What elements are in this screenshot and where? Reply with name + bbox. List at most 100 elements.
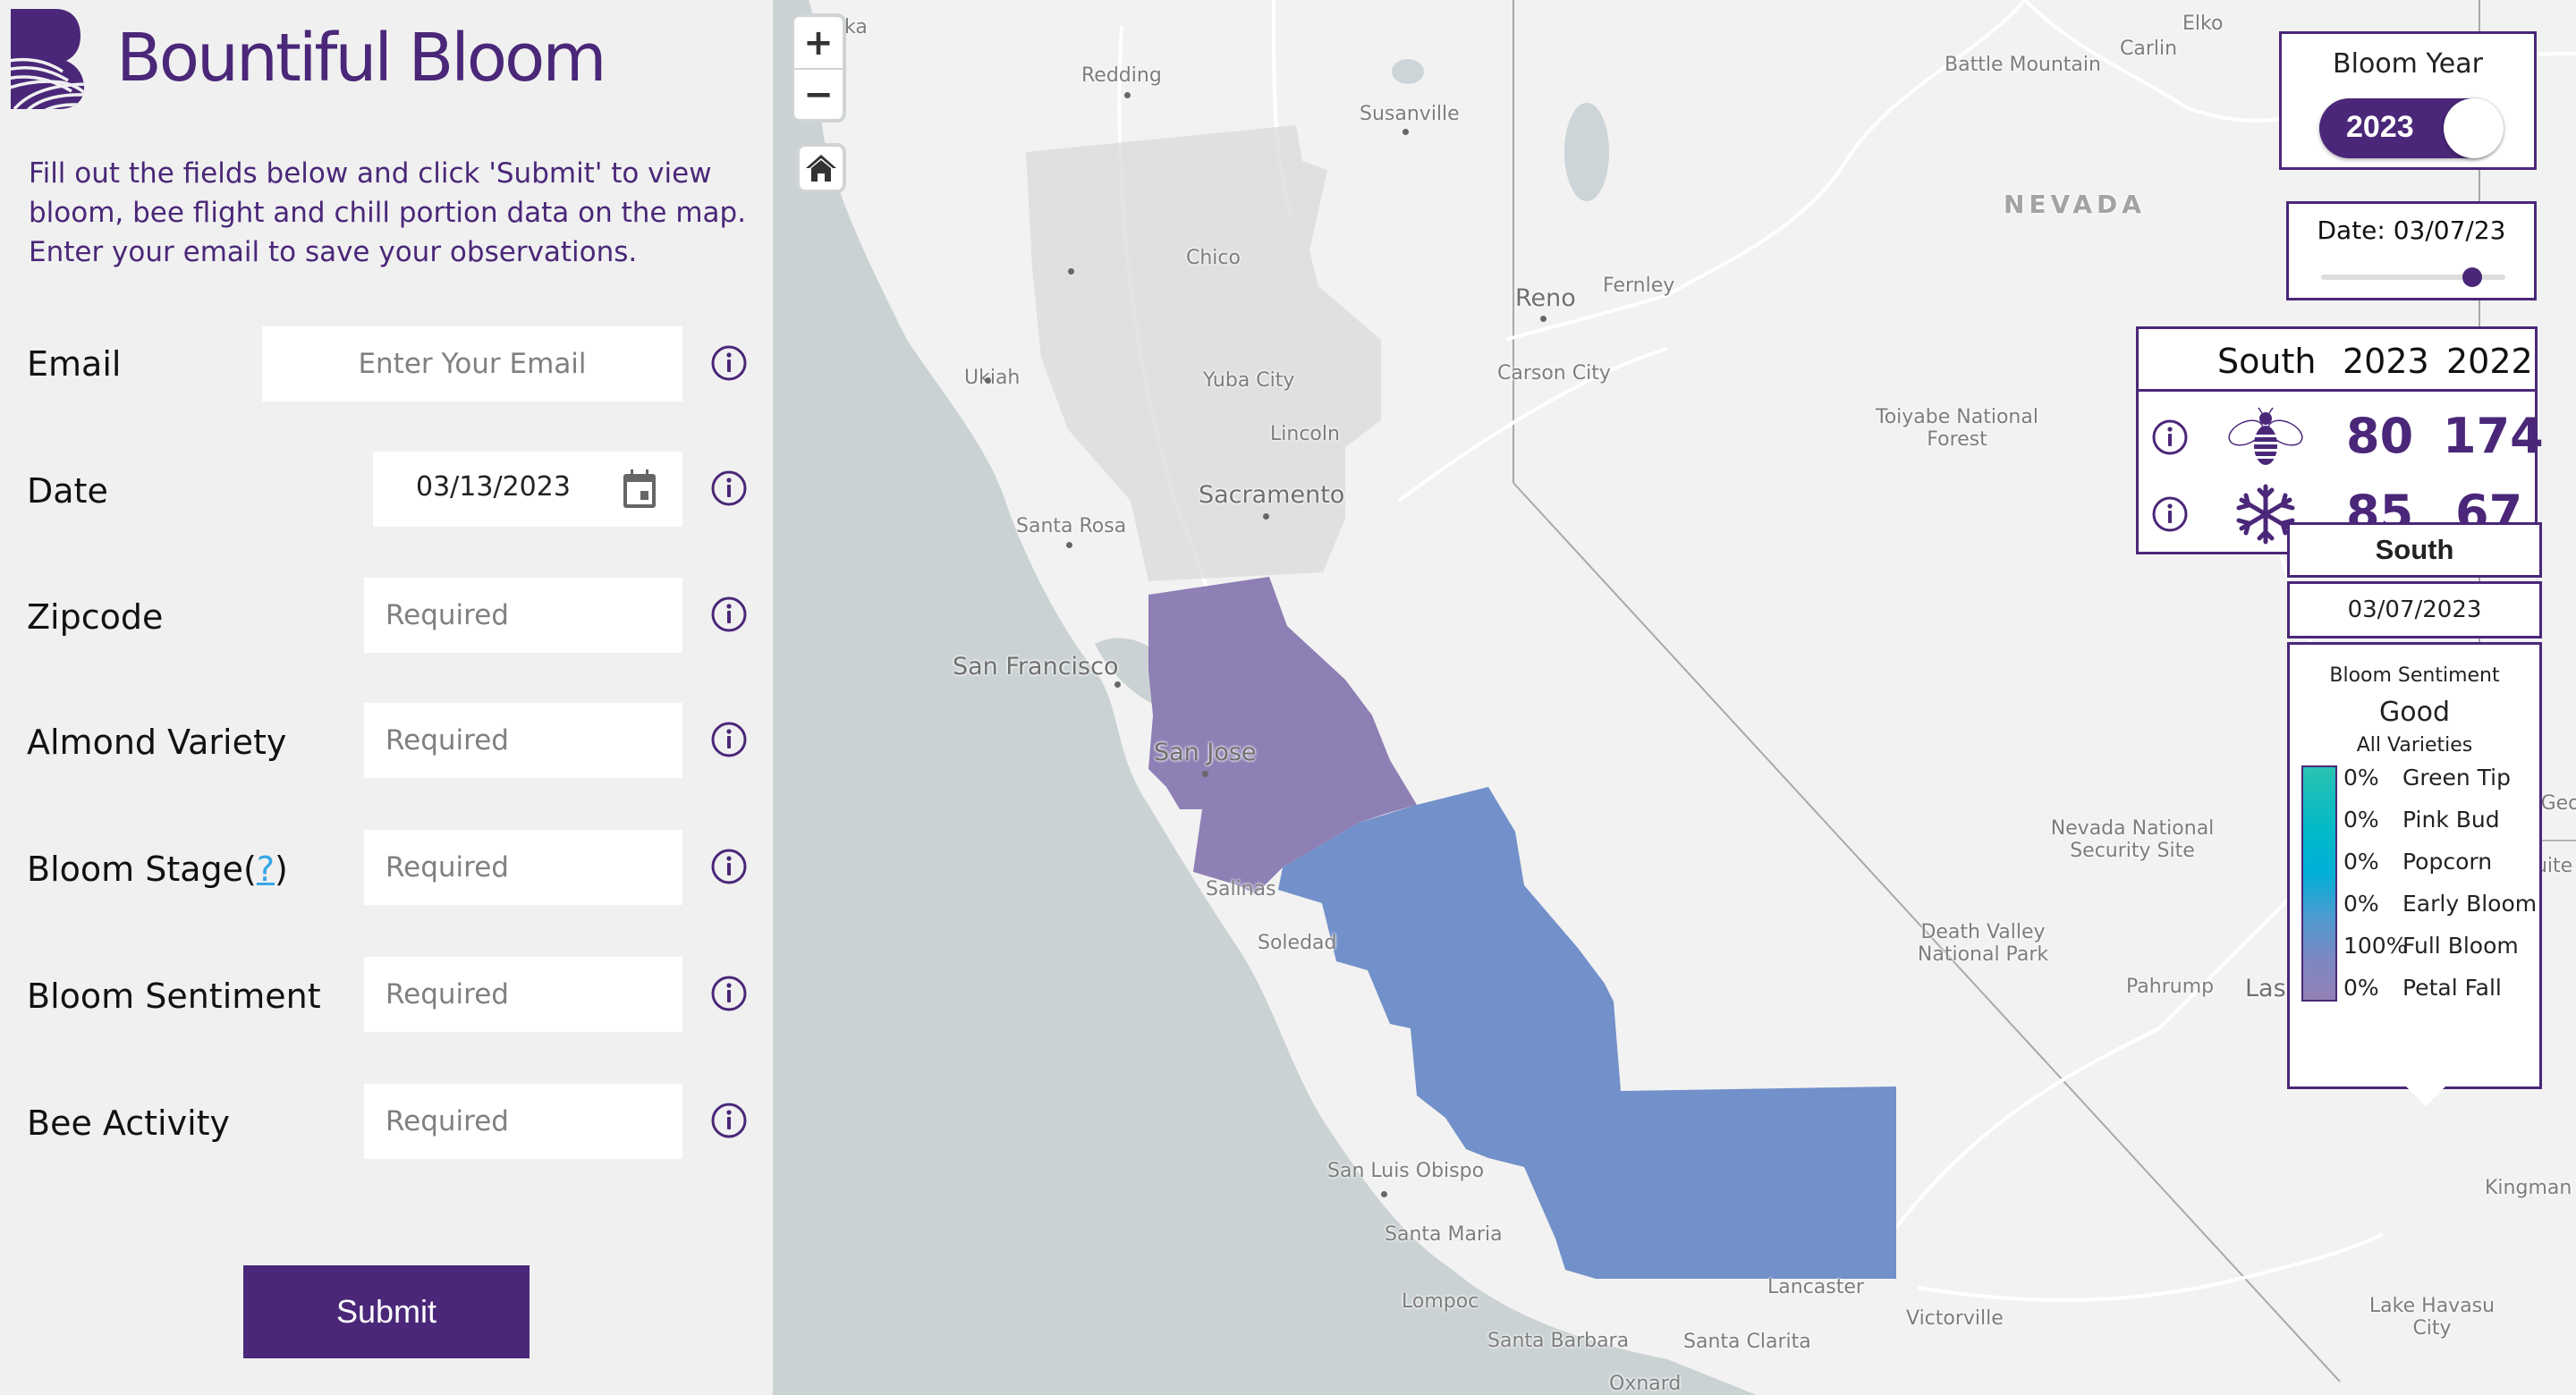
almond-variety-row: Almond Variety — [0, 703, 773, 783]
brand-name: Bountiful Bloom — [116, 20, 606, 97]
place-nevada: NEVADA — [2004, 190, 2146, 219]
popup-sentiment: Good — [2379, 697, 2450, 728]
bloom-stage-field[interactable] — [364, 830, 682, 905]
stage-pct: 100% — [2343, 933, 2408, 959]
bloom-year-value: 2023 — [2346, 110, 2414, 144]
info-icon[interactable] — [710, 848, 748, 885]
place-lincoln: Lincoln — [1270, 423, 1340, 445]
region-north — [1026, 125, 1381, 581]
info-icon[interactable] — [2151, 495, 2189, 533]
stage-name: Petal Fall — [2402, 975, 2502, 1001]
place-sacramento: Sacramento — [1199, 481, 1345, 509]
info-icon[interactable] — [710, 721, 748, 758]
bee-activity-row: Bee Activity — [0, 1084, 773, 1164]
place-carlin: Carlin — [2120, 38, 2178, 60]
email-row: Email — [0, 326, 773, 407]
info-icon[interactable] — [710, 1102, 748, 1139]
city-dot — [1202, 771, 1208, 777]
date-slider-thumb[interactable] — [2462, 267, 2482, 287]
place-santa-maria: Santa Maria — [1385, 1223, 1503, 1246]
stats-col-current: 2023 — [2343, 342, 2429, 381]
place-carson-city: Carson City — [1497, 362, 1611, 385]
date-label: Date — [27, 471, 108, 511]
popup-region: South — [2287, 522, 2542, 578]
place-santa-barbara: Santa Barbara — [1487, 1330, 1630, 1352]
stage-pct: 0% — [2343, 975, 2379, 1001]
stage-row: 0% Early Bloom — [2343, 891, 2540, 926]
place-kingman: Kingman — [2485, 1177, 2572, 1199]
popup-date: 03/07/2023 — [2287, 581, 2542, 638]
place-san-jose: San Jose — [1154, 739, 1257, 766]
place-death-valley-national-park: Death Valley National Park — [1917, 921, 2049, 966]
calendar-icon[interactable] — [622, 469, 657, 509]
stage-row: 100% Full Bloom — [2343, 933, 2540, 968]
submit-button[interactable]: Submit — [243, 1265, 530, 1358]
bee-activity-field[interactable] — [364, 1084, 682, 1159]
bloom-stage-row: Bloom Stage(?) — [0, 830, 773, 910]
bee-activity-label: Bee Activity — [27, 1103, 231, 1143]
city-dot — [1068, 268, 1074, 275]
stage-pct: 0% — [2343, 807, 2379, 833]
email-field[interactable] — [262, 326, 682, 402]
info-icon[interactable] — [710, 975, 748, 1012]
stage-row: 0% Green Tip — [2343, 765, 2540, 800]
popup-varieties: All Varieties — [2356, 734, 2473, 757]
zoom-in-button[interactable]: + — [794, 17, 843, 68]
region-stats-table: South 2023 2022 80 174 85 67 — [2136, 326, 2544, 554]
info-icon[interactable] — [710, 596, 748, 633]
map[interactable]: ka Redding Susanville Chico Ukiah Yuba C… — [773, 0, 2576, 1395]
date-slider-panel: Date: 03/07/23 — [2286, 201, 2537, 300]
place-susanville: Susanville — [1360, 103, 1460, 125]
stage-name: Early Bloom — [2402, 891, 2538, 917]
place-fernley: Fernley — [1603, 275, 1675, 297]
info-icon[interactable] — [710, 344, 748, 382]
bloom-stage-label-text: Bloom Stage — [27, 850, 244, 889]
city-dot — [1381, 1191, 1387, 1197]
bloom-sentiment-row: Bloom Sentiment — [0, 957, 773, 1037]
popup-sentiment-label: Bloom Sentiment — [2329, 664, 2500, 687]
place-lompoc: Lompoc — [1402, 1290, 1479, 1313]
zipcode-label: Zipcode — [27, 597, 164, 637]
zoom-out-button[interactable]: − — [794, 68, 843, 119]
place-san-luis-obispo: San Luis Obispo — [1327, 1160, 1485, 1182]
date-slider-track[interactable] — [2321, 267, 2505, 287]
place-santa-rosa: Santa Rosa — [1016, 515, 1127, 537]
stage-name: Full Bloom — [2402, 933, 2519, 959]
place-nevada-national-security-site: Nevada National Security Site — [2050, 817, 2215, 862]
city-dot — [1114, 681, 1121, 688]
toggle-knob — [2444, 98, 2504, 158]
bee-flight-current: 80 — [2346, 408, 2414, 464]
home-button[interactable] — [796, 143, 846, 193]
stats-col-previous: 2022 — [2446, 342, 2533, 381]
place-elko: Elko — [2182, 13, 2224, 35]
bloom-sentiment-field[interactable] — [364, 957, 682, 1032]
stage-row: 0% Popcorn — [2343, 849, 2540, 884]
bloom-year-toggle[interactable]: 2023 — [2319, 98, 2504, 158]
date-field[interactable]: 03/13/2023 — [373, 452, 682, 527]
stage-row: 0% Petal Fall — [2343, 975, 2540, 1010]
email-label: Email — [27, 344, 122, 384]
info-icon[interactable] — [710, 469, 748, 507]
place-ukiah: Ukiah — [964, 367, 1021, 389]
place-toiyabe-national-forest: Toiyabe National Forest — [1876, 406, 2038, 451]
city-dot — [1124, 92, 1131, 98]
bloom-stage-label: Bloom Stage(?) — [27, 850, 288, 889]
place-yuba-city: Yuba City — [1203, 369, 1295, 392]
info-icon[interactable] — [2151, 418, 2189, 456]
zipcode-row: Zipcode — [0, 578, 773, 658]
bee-icon — [2228, 407, 2303, 465]
home-icon — [806, 155, 836, 182]
place-redding: Redding — [1081, 64, 1162, 87]
stage-row: 0% Pink Bud — [2343, 807, 2540, 842]
stage-name: Green Tip — [2402, 765, 2511, 790]
city-dot — [1066, 542, 1072, 548]
place-oxnard: Oxnard — [1609, 1373, 1682, 1395]
city-dot — [1263, 513, 1269, 520]
almond-variety-field[interactable] — [364, 703, 682, 778]
place-victorville: Victorville — [1906, 1307, 2004, 1330]
zipcode-field[interactable] — [364, 578, 682, 653]
place-salinas: Salinas — [1206, 878, 1276, 900]
bloom-stage-help-link[interactable]: ? — [257, 850, 275, 889]
place-soledad: Soledad — [1258, 932, 1337, 954]
bloom-year-panel: Bloom Year 2023 — [2279, 31, 2537, 170]
